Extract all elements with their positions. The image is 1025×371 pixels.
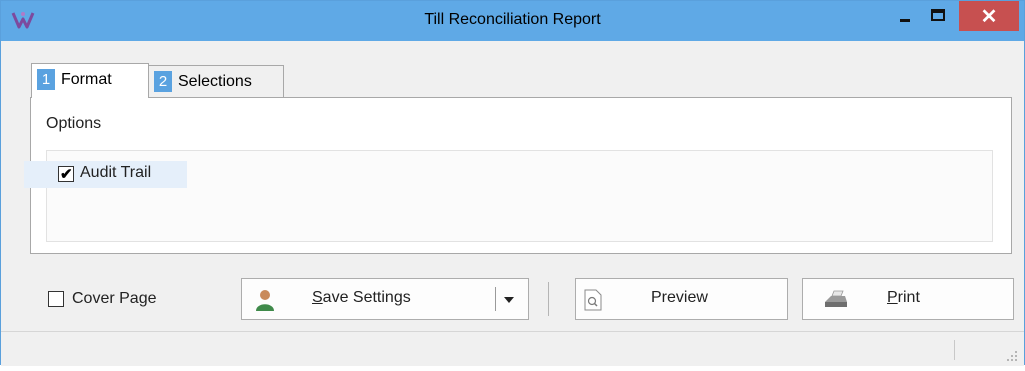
tab-number-badge: 2 [154, 71, 172, 92]
status-bar [1, 331, 1024, 366]
audit-trail-label[interactable]: Audit Trail [80, 164, 151, 182]
toolbar-divider [548, 282, 549, 316]
cover-page-label[interactable]: Cover Page [72, 290, 157, 308]
options-group-label: Options [46, 115, 102, 132]
user-icon [256, 290, 274, 311]
maximize-button[interactable] [924, 1, 952, 31]
tab-label: Format [61, 71, 112, 88]
audit-trail-checkbox[interactable]: ✔ [58, 166, 74, 183]
preview-label: Preview [651, 289, 708, 306]
preview-button[interactable]: Preview [575, 278, 788, 320]
split-button-divider [495, 287, 496, 311]
tab-format[interactable]: 1 Format [31, 63, 149, 98]
checkmark-icon: ✔ [60, 166, 73, 183]
status-bar-divider [954, 340, 955, 360]
save-settings-button[interactable]: Save Settings [241, 278, 529, 320]
options-group-box [46, 150, 993, 242]
close-button[interactable]: ✕ [959, 1, 1019, 31]
close-icon: ✕ [980, 6, 998, 28]
tab-selections[interactable]: 2 Selections [148, 65, 284, 97]
cover-page-checkbox[interactable] [48, 291, 64, 307]
title-bar[interactable]: Till Reconciliation Report ✕ [1, 1, 1024, 41]
chevron-down-icon[interactable] [504, 297, 514, 303]
report-window: Till Reconciliation Report ✕ 1 Format 2 … [0, 0, 1025, 366]
maximize-icon [931, 9, 945, 21]
save-settings-label: Save Settings [312, 289, 411, 306]
window-title: Till Reconciliation Report [424, 11, 601, 28]
print-button[interactable]: Print [802, 278, 1014, 320]
minimize-button[interactable] [891, 1, 919, 31]
minimize-icon [900, 19, 910, 22]
tab-label: Selections [178, 73, 252, 90]
print-label: Print [887, 289, 920, 306]
resize-grip-icon[interactable] [1006, 350, 1018, 362]
preview-document-icon [584, 289, 602, 311]
tab-number-badge: 1 [37, 69, 55, 90]
printer-icon [825, 290, 847, 307]
